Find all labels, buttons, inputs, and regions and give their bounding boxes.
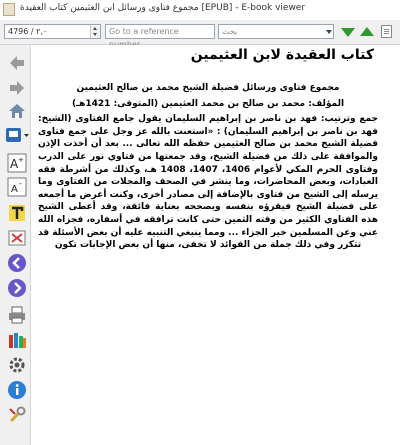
fullscreen-icon [8, 230, 26, 246]
forward-button[interactable] [7, 78, 27, 98]
forward-arrow-icon [10, 81, 24, 95]
text-style-icon [9, 205, 25, 221]
back-arrow-icon [10, 56, 24, 70]
position-spinbox[interactable]: 4796 / ٢,٠ [4, 24, 101, 39]
position-value: 4796 / ٢,٠ [8, 27, 48, 36]
bookmark-button[interactable] [4, 125, 30, 145]
copy-button[interactable] [379, 24, 395, 40]
print-button[interactable] [7, 305, 27, 325]
paragraph-collection: مجموع فتاوى ورسائل فضيلة الشيخ محمد بن ص… [76, 83, 340, 93]
find-next-button[interactable] [340, 24, 356, 40]
title-bar: مجموع فتاوى ورسائل ابن العثيمين كتاب الع… [0, 0, 400, 21]
book-title: كتاب العقيدة لابن العثيمين [190, 47, 374, 63]
font-smaller-icon: A- [7, 177, 27, 197]
app-icon [3, 3, 15, 16]
tools-button[interactable] [7, 405, 27, 425]
font-larger-icon: A + [7, 153, 27, 173]
reference-input[interactable]: Go to a reference number... [105, 24, 215, 49]
sidebar: A + A- [0, 45, 31, 445]
spin-arrows-icon[interactable] [90, 25, 100, 38]
search-placeholder: بحث [222, 27, 238, 36]
back-button[interactable] [7, 53, 27, 73]
toolbar: 4796 / ٢,٠ Go to a reference number... ب… [0, 20, 400, 49]
paragraph-compiler: جمع وترتيب: فهد بن ناصر بن إبراهيم السلي… [38, 114, 378, 251]
next-page-icon [8, 279, 26, 297]
window-title: مجموع فتاوى ورسائل ابن العثيمين كتاب الع… [20, 3, 306, 13]
chevron-down-icon[interactable] [324, 25, 333, 38]
font-smaller-button[interactable]: A- [7, 177, 27, 197]
tools-icon [9, 406, 26, 423]
home-button[interactable] [7, 101, 27, 121]
svg-text:+: + [18, 156, 24, 164]
bookmark-icon [6, 128, 29, 142]
search-input[interactable]: بحث [218, 24, 334, 39]
fullscreen-button[interactable] [7, 228, 27, 248]
svg-text:-: - [19, 179, 22, 188]
previous-page-icon [8, 254, 26, 272]
paragraph-author: المؤلف: محمد بن صالح بن محمد العثيمين (ا… [71, 98, 345, 109]
previous-page-button[interactable] [7, 253, 27, 273]
font-larger-button[interactable]: A + [7, 153, 27, 173]
print-icon [9, 306, 25, 324]
home-icon [9, 104, 25, 118]
next-page-button[interactable] [7, 278, 27, 298]
info-button[interactable] [7, 380, 27, 400]
info-icon [8, 381, 26, 399]
preferences-button[interactable] [7, 355, 27, 375]
library-button[interactable] [7, 330, 27, 350]
library-icon [9, 333, 26, 348]
arrow-up-icon [360, 27, 374, 36]
find-previous-button[interactable] [359, 24, 375, 40]
book-text: مجموع فتاوى ورسائل فضيلة الشيخ محمد بن ص… [38, 82, 378, 252]
arrow-down-icon [341, 28, 355, 37]
svg-text:A: A [11, 184, 18, 195]
copy-icon [381, 25, 392, 38]
preferences-icon [9, 357, 25, 373]
text-style-button[interactable] [7, 203, 27, 223]
